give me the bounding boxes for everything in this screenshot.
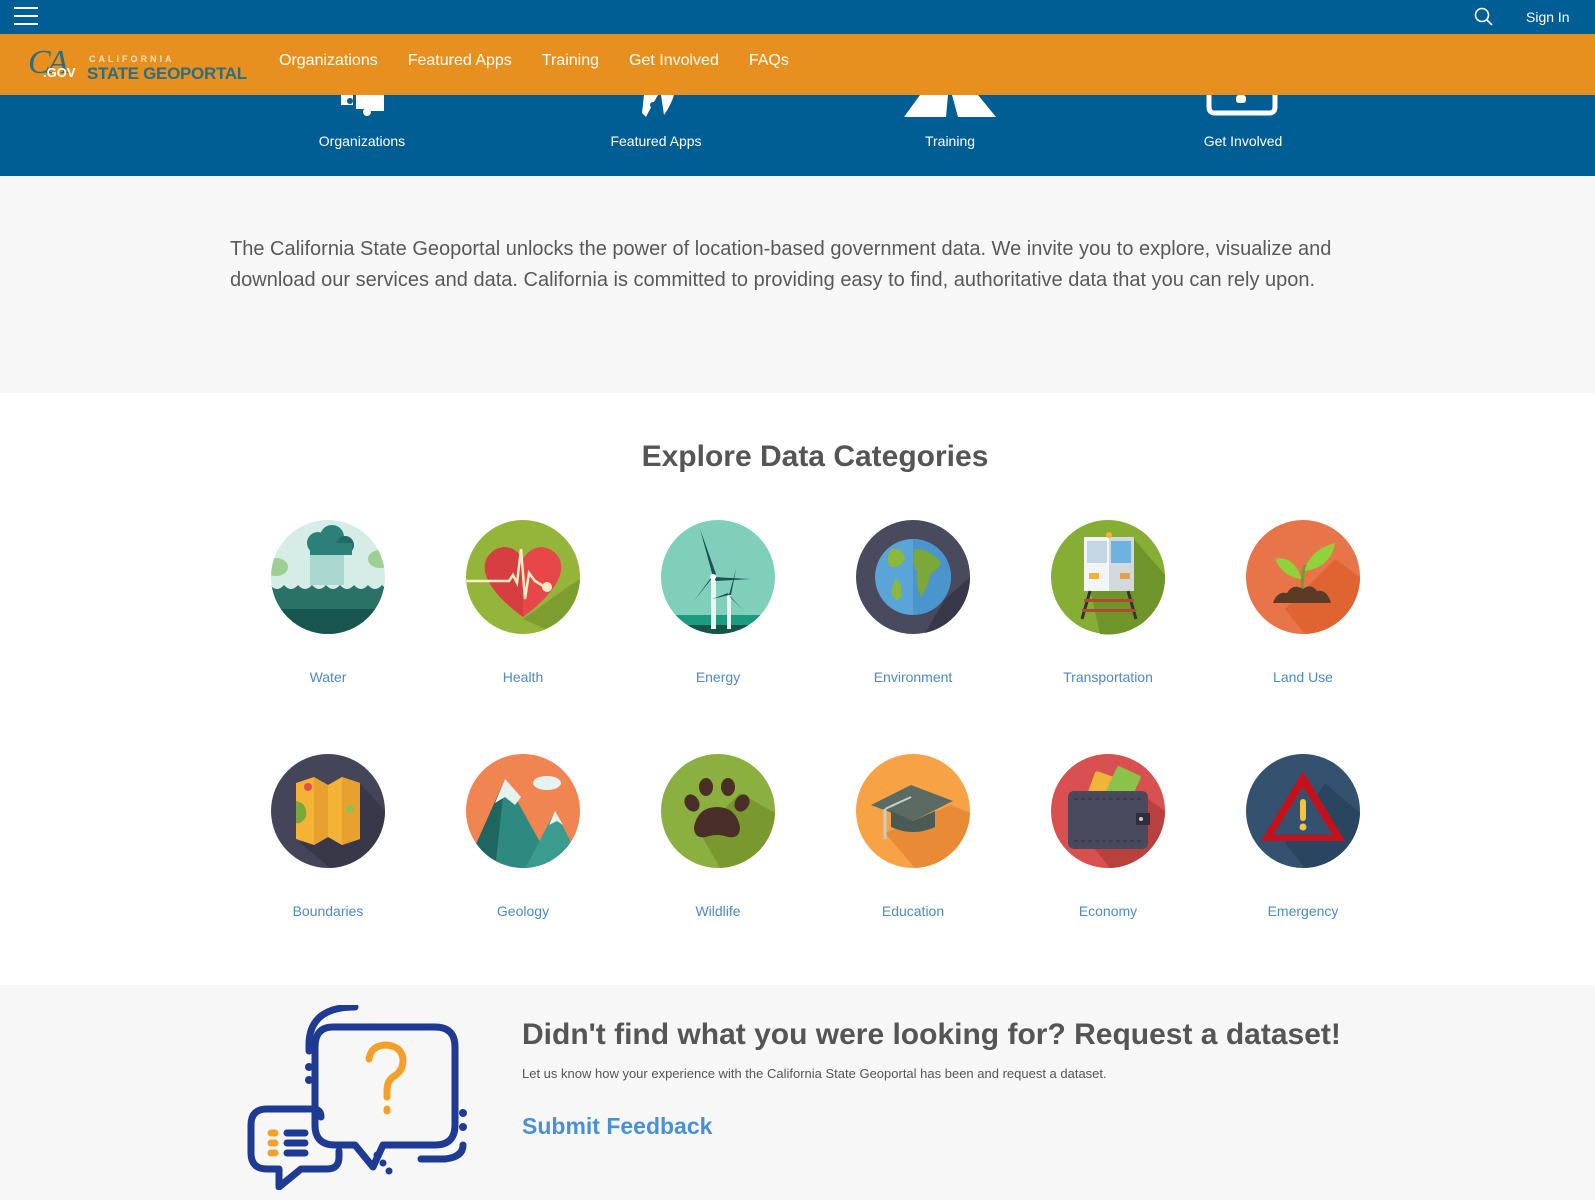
- category-transportation[interactable]: Transportation: [1023, 519, 1193, 685]
- submit-feedback-link[interactable]: Submit Feedback: [522, 1113, 712, 1140]
- map-icon: [271, 754, 385, 868]
- warning-icon: [1246, 754, 1360, 868]
- intro-text: The California State Geoportal unlocks t…: [230, 238, 1332, 291]
- category-boundaries[interactable]: Boundaries: [243, 753, 413, 919]
- category-education[interactable]: Education: [828, 753, 998, 919]
- nav-featured-apps[interactable]: Featured Apps: [408, 52, 512, 70]
- feedback-title: Didn't find what you were looking for? R…: [522, 1018, 1341, 1051]
- logo-gov: .GOV: [43, 65, 76, 80]
- search-icon[interactable]: [1474, 7, 1496, 29]
- category-water[interactable]: Water: [243, 519, 413, 685]
- category-health[interactable]: Health: [438, 519, 608, 685]
- category-label: Environment: [873, 669, 953, 685]
- puzzle-icon: [341, 95, 384, 116]
- category-label: Land Use: [1273, 669, 1333, 685]
- category-label: Wildlife: [695, 903, 741, 919]
- category-label: Education: [881, 903, 945, 919]
- hero-label: Get Involved: [1203, 133, 1283, 149]
- nav-faqs[interactable]: FAQs: [749, 52, 789, 70]
- nav-get-involved[interactable]: Get Involved: [629, 52, 719, 70]
- hero-label: Organizations: [318, 133, 406, 149]
- feedback-description: Let us know how your experience with the…: [522, 1066, 1107, 1081]
- category-geology[interactable]: Geology: [438, 753, 608, 919]
- heart-icon: [465, 520, 580, 634]
- chat-bubbles-question-icon: [245, 1003, 475, 1195]
- category-economy[interactable]: Economy: [1023, 753, 1193, 919]
- hamburger-menu-icon[interactable]: [14, 7, 38, 27]
- category-wildlife[interactable]: Wildlife: [633, 753, 803, 919]
- hero-link-get-involved[interactable]: Get Involved: [1143, 95, 1343, 149]
- rocket-icon: [642, 95, 674, 117]
- graduation-cap-icon: [856, 754, 970, 868]
- sprout-icon: [1246, 520, 1360, 634]
- category-land-use[interactable]: Land Use: [1218, 519, 1388, 685]
- category-label: Boundaries: [292, 903, 364, 919]
- wind-turbine-icon: [661, 520, 775, 634]
- mountain-icon: [466, 754, 580, 868]
- train-icon: [1051, 520, 1166, 635]
- paw-icon: [661, 754, 775, 868]
- category-label: Health: [502, 669, 544, 685]
- water-icon: [271, 520, 385, 634]
- wallet-icon: [1051, 754, 1165, 868]
- hero-quicklinks: Organizations Featured Apps Training Get…: [0, 95, 1595, 176]
- inbox-icon: [1206, 95, 1278, 116]
- category-label: Water: [309, 669, 347, 685]
- hero-link-featured-apps[interactable]: Featured Apps: [556, 95, 756, 149]
- hero-link-training[interactable]: Training: [850, 95, 1050, 149]
- primary-nav: Organizations Featured Apps Training Get…: [279, 52, 819, 70]
- nav-training[interactable]: Training: [542, 52, 599, 70]
- ca-geoportal-logo[interactable]: CA .GOV CALIFORNIA STATE GEOPORTAL: [28, 44, 254, 86]
- logo-california: CALIFORNIA: [89, 54, 175, 64]
- top-bar: Sign In: [0, 0, 1595, 34]
- sign-in-link[interactable]: Sign In: [1526, 9, 1570, 25]
- category-emergency[interactable]: Emergency: [1218, 753, 1388, 919]
- logo-site-name: STATE GEOPORTAL: [87, 64, 247, 83]
- hero-label: Featured Apps: [610, 133, 702, 149]
- intro-section: The California State Geoportal unlocks t…: [0, 176, 1595, 393]
- globe-icon: [856, 520, 971, 634]
- category-label: Energy: [695, 669, 741, 685]
- category-energy[interactable]: Energy: [633, 519, 803, 685]
- category-label: Geology: [496, 903, 550, 919]
- category-label: Economy: [1078, 903, 1138, 919]
- category-label: Emergency: [1267, 903, 1339, 919]
- hero-label: Training: [924, 133, 976, 149]
- explore-heading: Explore Data Categories: [641, 440, 989, 473]
- nav-organizations[interactable]: Organizations: [279, 52, 378, 70]
- road-icon: [904, 95, 996, 117]
- hero-link-organizations[interactable]: Organizations: [262, 95, 462, 149]
- category-label: Transportation: [1063, 669, 1153, 685]
- category-environment[interactable]: Environment: [828, 519, 998, 685]
